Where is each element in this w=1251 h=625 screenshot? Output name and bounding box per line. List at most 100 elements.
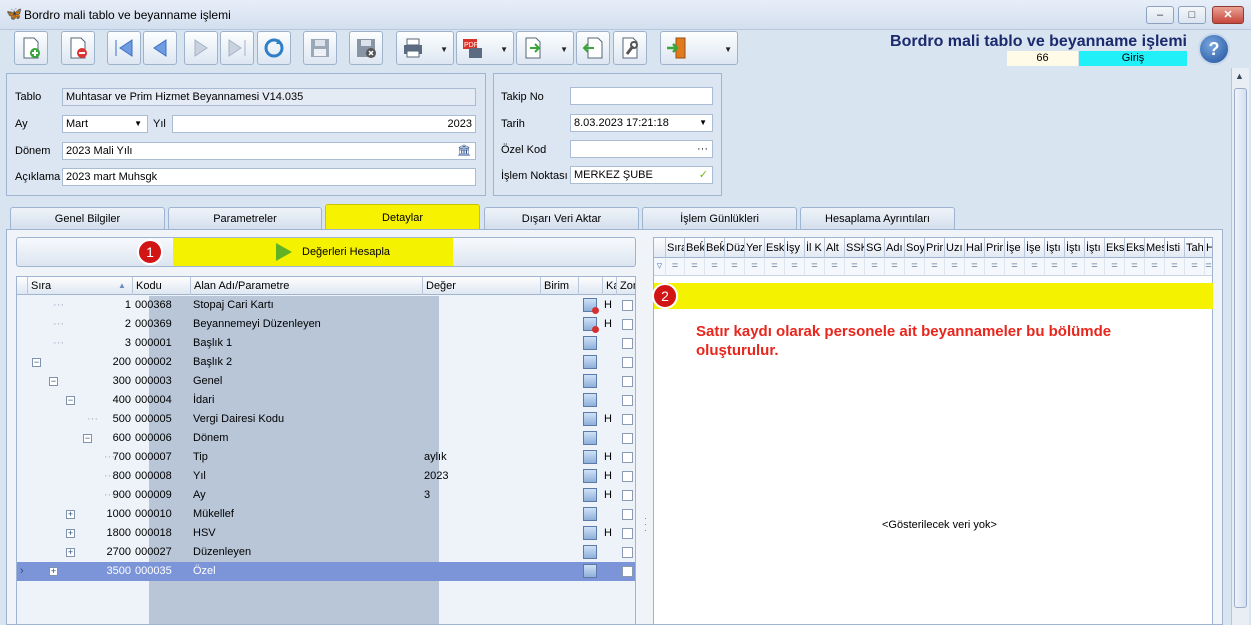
col-kodu[interactable]: Kodu: [133, 277, 191, 295]
table-row[interactable]: › +3500 000035 Özel: [17, 562, 635, 581]
col-zor[interactable]: Zor: [617, 277, 635, 295]
filter-cell[interactable]: =: [845, 258, 865, 276]
declaration-column[interactable]: İşe: [1005, 238, 1025, 258]
declaration-column[interactable]: Düz: [725, 238, 745, 258]
declaration-column[interactable]: Beḱ: [685, 238, 705, 258]
record-icon[interactable]: [583, 469, 597, 483]
declaration-column[interactable]: Mes: [1145, 238, 1165, 258]
filter-cell[interactable]: =: [705, 258, 725, 276]
donem-field[interactable]: 2023 Mali Yılı 🏛: [62, 142, 476, 160]
zorunlu-checkbox[interactable]: [622, 433, 633, 444]
save-cancel-icon[interactable]: [349, 31, 383, 65]
import-icon[interactable]: [576, 31, 610, 65]
ay-select[interactable]: Mart ▼: [62, 115, 148, 133]
zorunlu-checkbox[interactable]: [622, 376, 633, 387]
new-doc-icon[interactable]: [14, 31, 48, 65]
record-icon[interactable]: [583, 526, 597, 540]
yil-field[interactable]: 2023: [172, 115, 476, 133]
declaration-column[interactable]: SSK: [845, 238, 865, 258]
islem-field[interactable]: MERKEZ ŞUBE ✓: [570, 166, 713, 184]
table-row[interactable]: ··· 700 000007 Tip aylık H: [17, 448, 635, 467]
next-record-icon[interactable]: [184, 31, 218, 65]
record-icon[interactable]: [583, 355, 597, 369]
zorunlu-checkbox[interactable]: [622, 300, 633, 311]
save-icon[interactable]: [303, 31, 337, 65]
takip-field[interactable]: [570, 87, 713, 105]
zorunlu-checkbox[interactable]: [622, 395, 633, 406]
scroll-up-icon[interactable]: ▲: [1235, 71, 1244, 81]
table-row[interactable]: +2700 000027 Düzenleyen: [17, 543, 635, 562]
filter-cell[interactable]: =: [1065, 258, 1085, 276]
filter-cell[interactable]: =: [1005, 258, 1025, 276]
zorunlu-checkbox[interactable]: [622, 547, 633, 558]
calculate-values-button[interactable]: Değerleri Hesapla: [16, 237, 636, 267]
declaration-column[interactable]: İştı: [1045, 238, 1065, 258]
declaration-column[interactable]: Soy: [905, 238, 925, 258]
tab-hesaplama-ayrintilari[interactable]: Hesaplama Ayrıntıları: [800, 207, 955, 229]
record-icon[interactable]: [583, 317, 599, 333]
filter-cell[interactable]: =: [725, 258, 745, 276]
minimize-button[interactable]: –: [1146, 6, 1174, 24]
filter-cell[interactable]: =: [1165, 258, 1185, 276]
zorunlu-checkbox[interactable]: [622, 471, 633, 482]
collapse-icon[interactable]: −: [66, 396, 75, 405]
last-record-icon[interactable]: [220, 31, 254, 65]
ellipsis-icon[interactable]: ···: [697, 141, 708, 157]
filter-cell[interactable]: =: [965, 258, 985, 276]
table-row[interactable]: −600 000006 Dönem: [17, 429, 635, 448]
table-row[interactable]: ··· 800 000008 Yıl 2023 H: [17, 467, 635, 486]
declaration-column[interactable]: Eks: [1125, 238, 1145, 258]
collapse-icon[interactable]: −: [49, 377, 58, 386]
filter-cell[interactable]: =: [865, 258, 885, 276]
col-alan-adi[interactable]: Alan Adı/Parametre: [191, 277, 423, 295]
declaration-column[interactable]: Tah: [1185, 238, 1205, 258]
scroll-thumb[interactable]: [1234, 88, 1247, 608]
table-row[interactable]: +1800 000018 HSV H: [17, 524, 635, 543]
record-icon[interactable]: [583, 298, 599, 314]
filter-row[interactable]: ▿ = = = = = = = = = = = = = = = = = = = = = = = = = = = =: [654, 258, 1212, 276]
prev-record-icon[interactable]: [143, 31, 177, 65]
declaration-column[interactable]: Sıra: [666, 238, 685, 258]
table-row[interactable]: ··· 2 000369 Beyannemeyi Düzenleyen H: [17, 315, 635, 334]
col-birim[interactable]: Birim: [541, 277, 579, 295]
bank-icon[interactable]: 🏛: [457, 143, 471, 159]
filter-cell[interactable]: =: [925, 258, 945, 276]
zorunlu-checkbox[interactable]: [622, 509, 633, 520]
filter-cell[interactable]: =: [885, 258, 905, 276]
filter-cell[interactable]: =: [1045, 258, 1065, 276]
record-icon[interactable]: [583, 431, 597, 445]
filter-cell[interactable]: =: [1145, 258, 1165, 276]
zorunlu-checkbox[interactable]: [622, 566, 633, 577]
zorunlu-checkbox[interactable]: [622, 528, 633, 539]
record-icon[interactable]: [583, 412, 597, 426]
filter-cell[interactable]: =: [1185, 258, 1205, 276]
declaration-column[interactable]: Prir: [985, 238, 1005, 258]
declaration-column[interactable]: Hal: [965, 238, 985, 258]
filter-cell[interactable]: =: [805, 258, 825, 276]
filter-cell[interactable]: =: [1125, 258, 1145, 276]
filter-cell[interactable]: =: [1205, 258, 1212, 276]
declaration-column[interactable]: SG: [865, 238, 885, 258]
zorunlu-checkbox[interactable]: [622, 338, 633, 349]
filter-cell[interactable]: =: [985, 258, 1005, 276]
tab-parametreler[interactable]: Parametreler: [168, 207, 322, 229]
filter-cell[interactable]: =: [685, 258, 705, 276]
table-row[interactable]: − 200 000002 Başlık 2: [17, 353, 635, 372]
declaration-column[interactable]: İl K: [805, 238, 825, 258]
collapse-icon[interactable]: −: [32, 358, 41, 367]
record-icon[interactable]: [583, 488, 597, 502]
declaration-column[interactable]: Beḱ: [705, 238, 725, 258]
tab-disari-veri-aktar[interactable]: Dışarı Veri Aktar: [484, 207, 639, 229]
zorunlu-checkbox[interactable]: [622, 357, 633, 368]
aciklama-field[interactable]: 2023 mart Muhsgk: [62, 168, 476, 186]
declaration-column[interactable]: H: [1205, 238, 1212, 258]
declaration-column[interactable]: İştı: [1065, 238, 1085, 258]
pdf-icon[interactable]: PDF ▼: [456, 31, 514, 65]
col-deger[interactable]: Değer: [423, 277, 541, 295]
col-sira[interactable]: Sıra ▲: [28, 277, 133, 295]
declaration-column[interactable]: Adı: [885, 238, 905, 258]
table-row[interactable]: ··· 900 000009 Ay 3 H: [17, 486, 635, 505]
table-row[interactable]: − 400 000004 İdari: [17, 391, 635, 410]
tab-genel-bilgiler[interactable]: Genel Bilgiler: [10, 207, 165, 229]
tab-detaylar[interactable]: Detaylar: [325, 204, 480, 230]
